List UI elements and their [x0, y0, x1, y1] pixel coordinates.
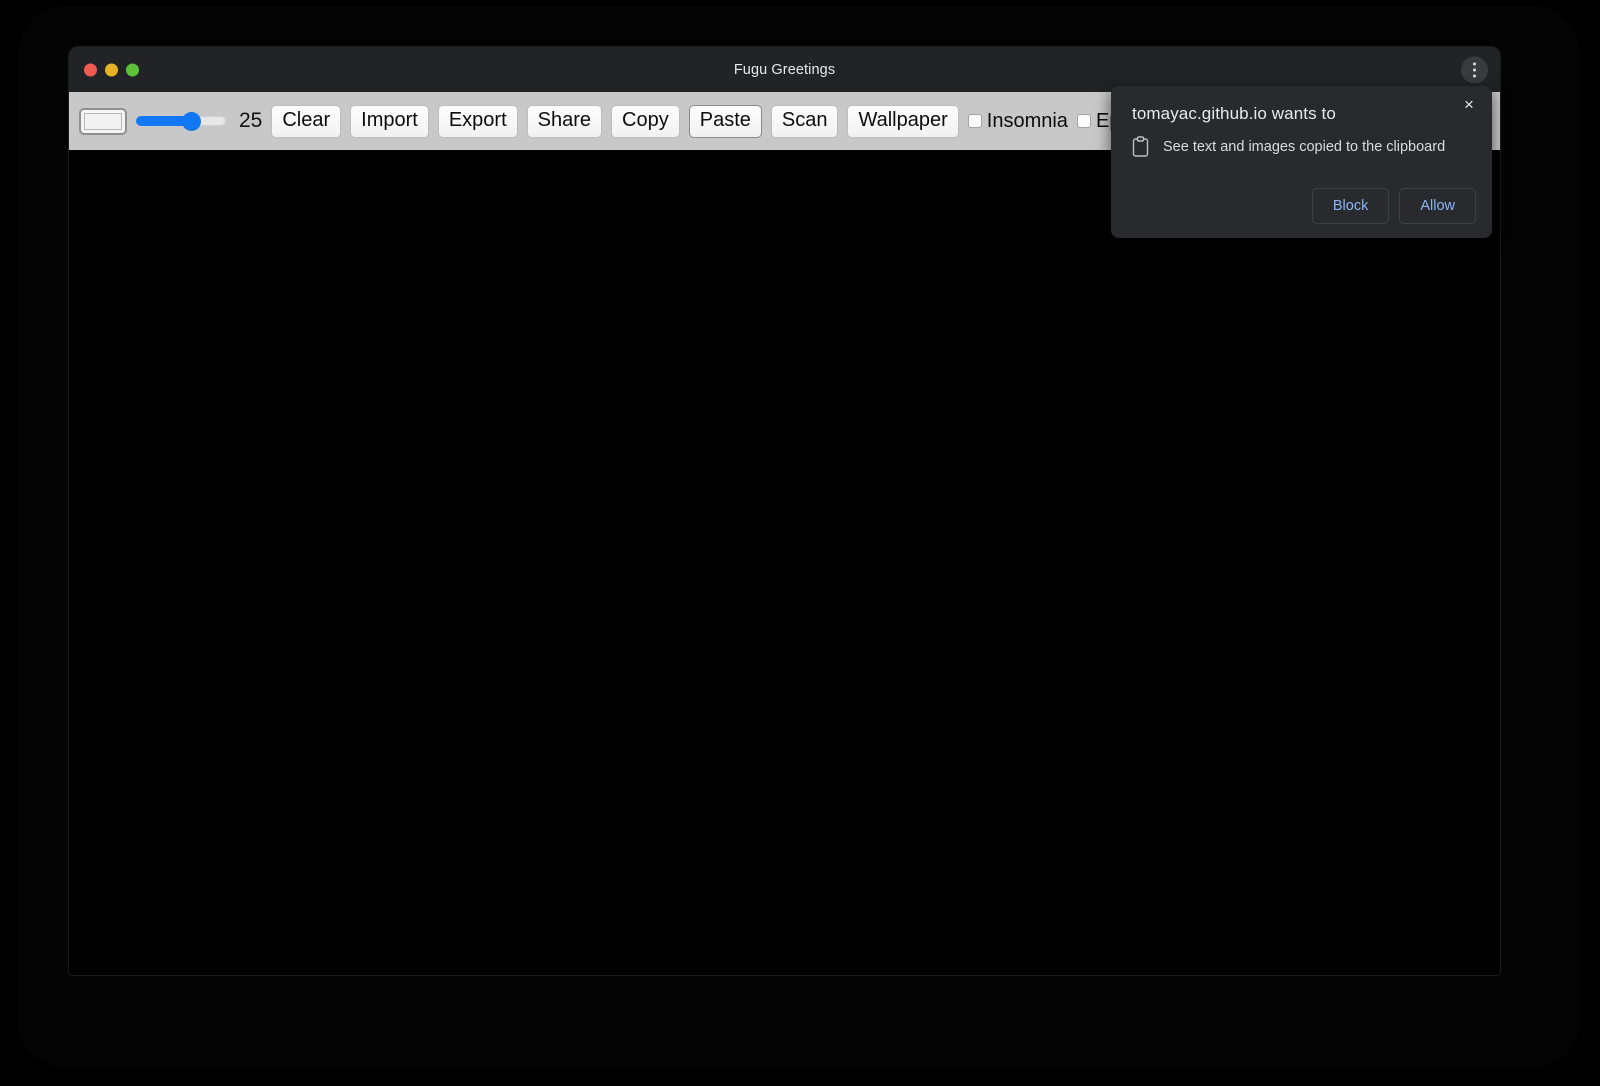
import-button[interactable]: Import [350, 105, 429, 138]
slider-value-label: 25 [239, 109, 262, 133]
window-title: Fugu Greetings [69, 62, 1500, 78]
clipboard-icon [1131, 136, 1150, 158]
kebab-dot [1473, 62, 1476, 65]
clear-button[interactable]: Clear [271, 105, 341, 138]
color-picker-swatch [84, 113, 122, 130]
export-button[interactable]: Export [438, 105, 518, 138]
line-width-slider[interactable] [136, 114, 226, 128]
block-button[interactable]: Block [1312, 188, 1389, 224]
wallpaper-button[interactable]: Wallpaper [847, 105, 958, 138]
close-window-button[interactable] [84, 63, 97, 76]
kebab-menu-icon[interactable] [1461, 56, 1488, 83]
maximize-window-button[interactable] [126, 63, 139, 76]
slider-thumb[interactable] [182, 112, 201, 131]
screen: Fugu Greetings 25 Clear Import Export Sh… [0, 0, 1600, 1086]
copy-button[interactable]: Copy [611, 105, 680, 138]
permission-dialog-description: See text and images copied to the clipbo… [1163, 139, 1445, 155]
permission-dialog-title: tomayac.github.io wants to [1132, 104, 1472, 124]
checkbox-box[interactable] [1077, 114, 1091, 128]
insomnia-checkbox-label: Insomnia [987, 110, 1068, 133]
insomnia-checkbox[interactable]: Insomnia [968, 110, 1068, 133]
permission-dialog-actions: Block Allow [1312, 188, 1476, 224]
checkbox-box[interactable] [968, 114, 982, 128]
traffic-lights [84, 63, 139, 76]
share-button[interactable]: Share [527, 105, 602, 138]
kebab-dot [1473, 74, 1476, 77]
close-icon[interactable]: × [1456, 91, 1482, 117]
scan-button[interactable]: Scan [771, 105, 839, 138]
paste-button[interactable]: Paste [689, 105, 762, 138]
color-picker[interactable] [79, 108, 127, 135]
kebab-dot [1473, 68, 1476, 71]
permission-dialog-row: See text and images copied to the clipbo… [1131, 136, 1472, 158]
minimize-window-button[interactable] [105, 63, 118, 76]
permission-dialog: × tomayac.github.io wants to See text an… [1111, 86, 1492, 238]
allow-button[interactable]: Allow [1399, 188, 1476, 224]
drawing-canvas[interactable] [69, 150, 1500, 976]
